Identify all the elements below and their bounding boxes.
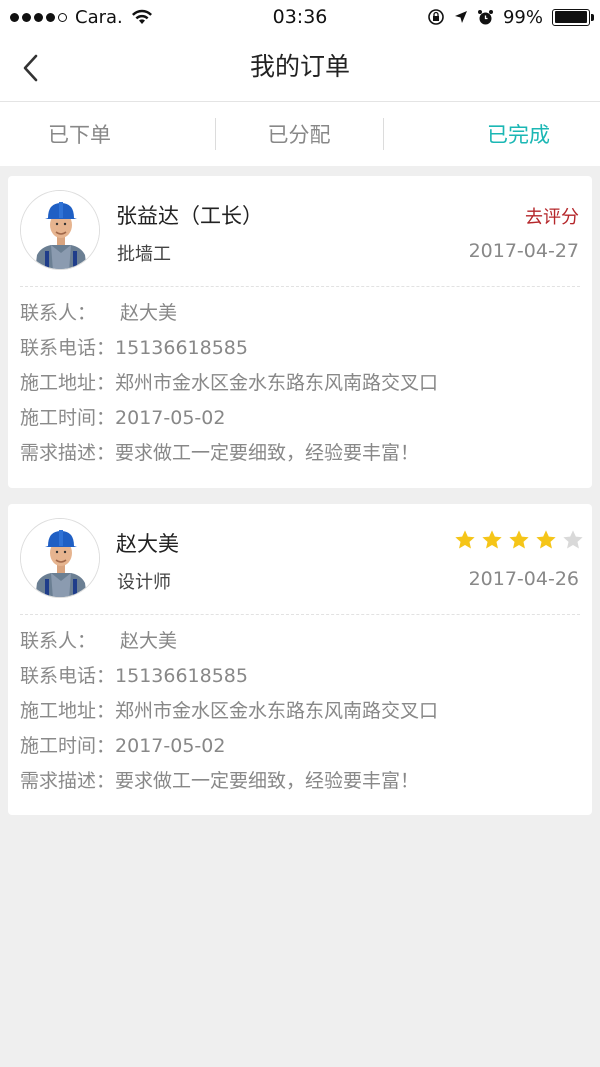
nav-bar: 我的订单	[0, 34, 600, 102]
tab-completed[interactable]: 已完成	[382, 102, 600, 166]
description-value: 要求做工一定要细致，经验要丰富！	[115, 442, 420, 464]
worker-avatar-icon	[21, 519, 99, 597]
avatar	[20, 518, 100, 598]
phone-label: 联系电话：	[20, 665, 116, 687]
description-row: 需求描述：要求做工一定要细致，经验要丰富！	[20, 436, 580, 471]
rating-stars	[454, 529, 584, 551]
order-info: 联系人： 赵大美 联系电话：15136618585 施工地址：郑州市金水区金水东路…	[20, 296, 580, 471]
status-right: 99%	[427, 0, 594, 34]
rate-button[interactable]: 去评分	[525, 203, 579, 229]
address-row: 施工地址：郑州市金水区金水东路东风南路交叉口	[20, 366, 580, 401]
avatar	[20, 190, 100, 270]
work-time-row: 施工时间：2017-05-02	[20, 729, 580, 764]
work-time-label: 施工时间：	[20, 735, 116, 757]
phone-row: 联系电话：15136618585	[20, 659, 580, 694]
worker-role: 设计师	[117, 572, 171, 593]
tab-label: 已完成	[486, 123, 550, 147]
tab-label: 已下单	[48, 123, 111, 147]
alarm-icon	[477, 9, 493, 24]
star-filled-icon	[482, 530, 502, 549]
order-date: 2017-04-26	[468, 568, 579, 590]
tab-ordered[interactable]: 已下单	[0, 102, 215, 166]
phone-value[interactable]: 15136618585	[115, 665, 248, 687]
worker-role: 批墙工	[117, 244, 171, 265]
page-title: 我的订单	[249, 52, 350, 81]
order-info: 联系人： 赵大美 联系电话：15136618585 施工地址：郑州市金水区金水东路…	[20, 624, 580, 799]
star-empty-icon	[563, 530, 583, 549]
status-bar: Cara. 03:36 99%	[0, 0, 600, 34]
description-row: 需求描述：要求做工一定要细致，经验要丰富！	[20, 764, 580, 799]
battery-percent: 99%	[502, 6, 543, 28]
lock-rotation-icon	[428, 9, 444, 25]
address-row: 施工地址：郑州市金水区金水东路东风南路交叉口	[20, 694, 580, 729]
order-date: 2017-04-27	[468, 240, 579, 262]
divider	[20, 286, 580, 287]
contact-value: 赵大美	[120, 630, 178, 652]
address-value: 郑州市金水区金水东路东风南路交叉口	[115, 700, 439, 722]
order-status-tabs: 已下单 已分配 已完成	[0, 102, 600, 166]
phone-value[interactable]: 15136618585	[115, 337, 248, 359]
star-filled-icon	[509, 530, 529, 549]
order-card[interactable]: 赵大美 设计师 2017-04-26 联系人： 赵大美 联系电话：15136618…	[8, 504, 592, 815]
battery-icon	[552, 8, 594, 26]
star-filled-icon	[455, 530, 475, 549]
order-card[interactable]: 张益达（工长） 批墙工 去评分 2017-04-27 联系人： 赵大美 联系电话：…	[8, 176, 592, 488]
contact-label: 联系人：	[20, 630, 97, 652]
worker-name: 赵大美	[116, 532, 179, 556]
address-label: 施工地址：	[20, 372, 116, 394]
contact-row: 联系人： 赵大美	[20, 624, 580, 659]
worker-avatar-icon	[21, 191, 99, 269]
divider	[20, 614, 580, 615]
contact-label: 联系人：	[20, 302, 97, 324]
work-time-row: 施工时间：2017-05-02	[20, 401, 580, 436]
contact-row: 联系人： 赵大美	[20, 296, 580, 331]
work-time-value: 2017-05-02	[115, 407, 226, 429]
address-value: 郑州市金水区金水东路东风南路交叉口	[115, 372, 439, 394]
tab-assigned[interactable]: 已分配	[215, 102, 382, 166]
location-icon	[454, 11, 467, 23]
contact-value: 赵大美	[120, 302, 178, 324]
worker-name: 张益达（工长）	[116, 204, 263, 228]
star-filled-icon	[536, 530, 556, 549]
work-time-label: 施工时间：	[20, 407, 116, 429]
tab-label: 已分配	[267, 123, 331, 147]
description-value: 要求做工一定要细致，经验要丰富！	[115, 770, 420, 792]
phone-label: 联系电话：	[20, 337, 116, 359]
description-label: 需求描述：	[20, 442, 116, 464]
work-time-value: 2017-05-02	[115, 735, 226, 757]
empty-area	[0, 830, 600, 1067]
phone-row: 联系电话：15136618585	[20, 331, 580, 366]
description-label: 需求描述：	[20, 770, 116, 792]
address-label: 施工地址：	[20, 700, 116, 722]
